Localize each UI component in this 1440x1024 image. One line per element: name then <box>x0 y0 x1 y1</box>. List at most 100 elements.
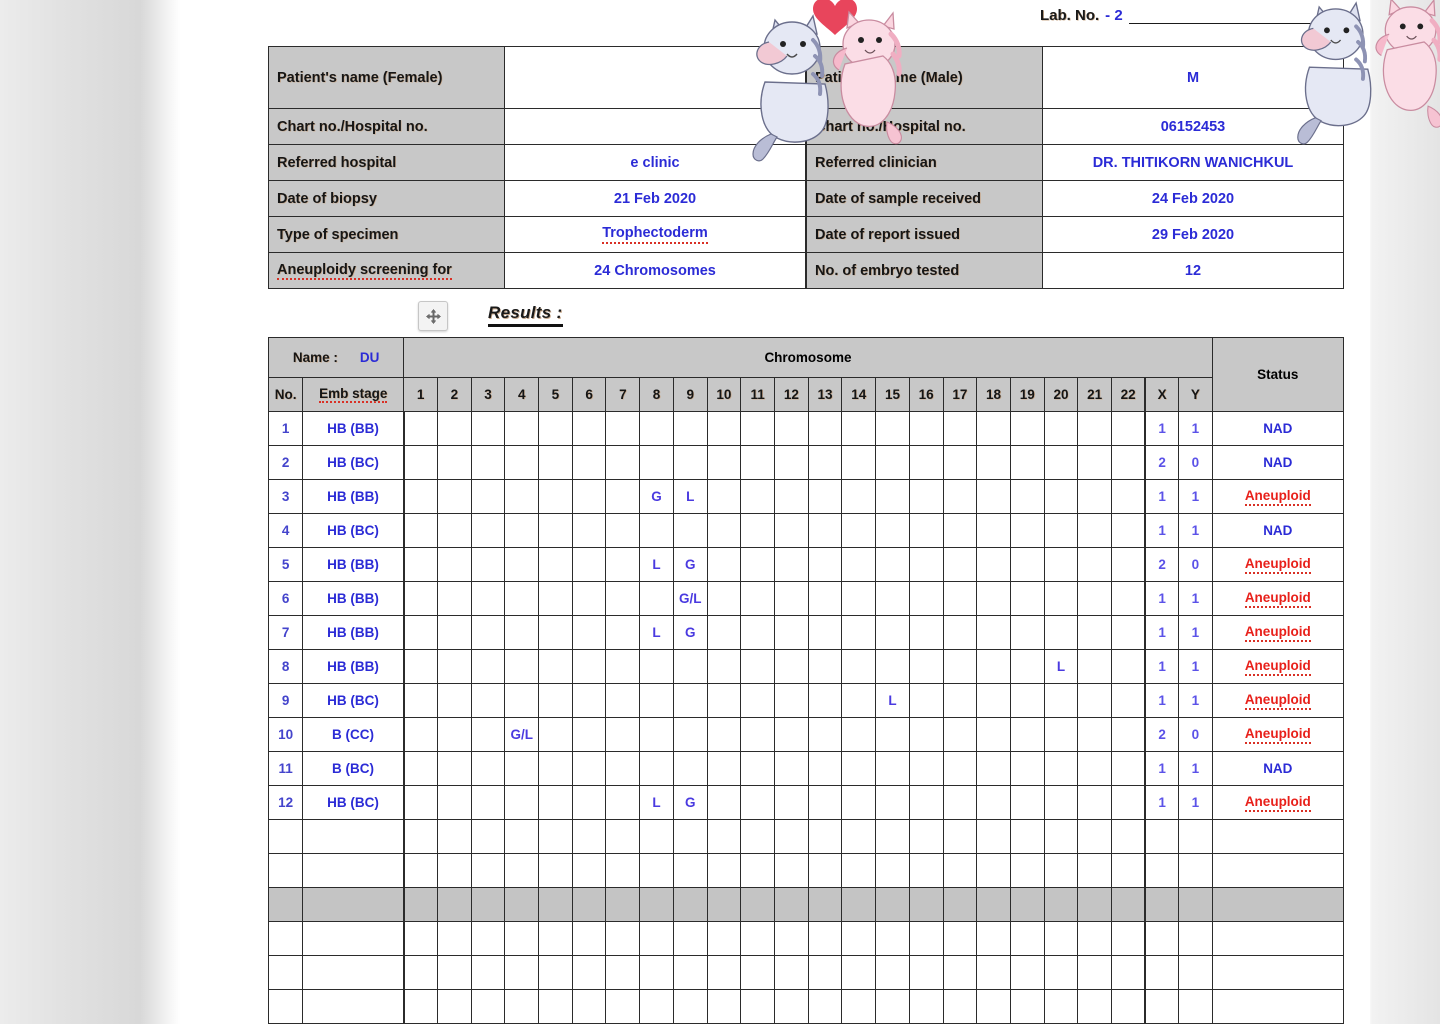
cell-chr-18[interactable] <box>976 513 1011 548</box>
table-row[interactable]: 12 HB (BC) L G 1 1 Aneuploid <box>267 785 1345 820</box>
status-badge[interactable]: Aneuploid <box>1211 785 1345 820</box>
cell-chr-13[interactable] <box>807 683 843 718</box>
cell-chr-9[interactable]: G <box>672 547 708 582</box>
cell-chr-6[interactable] <box>571 989 607 1024</box>
cell-chr-2[interactable] <box>436 819 472 854</box>
cell-chr-4[interactable] <box>504 955 540 990</box>
cell-chr-18[interactable] <box>976 989 1011 1024</box>
cell-chr-14[interactable] <box>841 683 877 718</box>
table-row[interactable]: 9 HB (BC) L 1 1 Aneuploid <box>267 683 1345 718</box>
cell-chr-6[interactable] <box>571 921 607 956</box>
cell-chr-21[interactable] <box>1077 479 1113 514</box>
cell-chr-18[interactable] <box>976 853 1011 888</box>
cell-chr-1[interactable] <box>402 853 438 888</box>
cell-chr-13[interactable] <box>807 547 843 582</box>
cell-chr-9[interactable] <box>672 887 708 922</box>
cell-chr-4[interactable] <box>504 547 540 582</box>
cell-chr-5[interactable] <box>538 785 573 820</box>
cell-chr-8[interactable] <box>639 581 674 616</box>
cell-chr-15[interactable] <box>875 785 910 820</box>
cell-chr-1[interactable] <box>402 547 438 582</box>
cell-chr-1[interactable] <box>402 445 438 480</box>
cell-chr-22[interactable] <box>1111 445 1146 480</box>
cell-chr-7[interactable] <box>605 581 641 616</box>
cell-chr-19[interactable] <box>1009 615 1045 650</box>
cell-emb-stage[interactable]: HB (BB) <box>302 649 405 684</box>
cell-chr-10[interactable] <box>706 819 742 854</box>
cell-chr-20[interactable] <box>1043 853 1079 888</box>
cell-chr-13[interactable] <box>807 411 843 446</box>
cell-chr-19[interactable] <box>1009 547 1045 582</box>
cell-chr-13[interactable] <box>807 751 843 786</box>
cell-chr-Y[interactable]: 1 <box>1178 785 1213 820</box>
cell-chr-10[interactable] <box>706 547 742 582</box>
cell-chr-13[interactable] <box>807 581 843 616</box>
cell-chr-17[interactable] <box>942 853 978 888</box>
cell-chr-10[interactable] <box>706 411 742 446</box>
status-badge[interactable]: NAD <box>1211 751 1345 786</box>
cell-chr-12[interactable] <box>774 887 809 922</box>
cell-chr-4[interactable] <box>504 683 540 718</box>
cell-chr-13[interactable] <box>807 921 843 956</box>
cell-chr-8[interactable] <box>639 853 674 888</box>
cell-chr-18[interactable] <box>976 717 1011 752</box>
cell-chr-15[interactable] <box>875 955 910 990</box>
cell-chr-X[interactable] <box>1144 887 1180 922</box>
cell-chr-Y[interactable]: 1 <box>1178 581 1213 616</box>
cell-chr-14[interactable] <box>841 751 877 786</box>
cell-chr-8[interactable]: L <box>639 615 674 650</box>
cell-chr-9[interactable]: G <box>672 615 708 650</box>
cell-chr-6[interactable] <box>571 887 607 922</box>
cell-chr-18[interactable] <box>976 887 1011 922</box>
cell-chr-18[interactable] <box>976 581 1011 616</box>
cell-chr-19[interactable] <box>1009 819 1045 854</box>
cell-chr-7[interactable] <box>605 853 641 888</box>
cell-chr-20[interactable] <box>1043 445 1079 480</box>
cell-chr-8[interactable]: L <box>639 547 674 582</box>
cell-chr-9[interactable] <box>672 513 708 548</box>
cell-chr-21[interactable] <box>1077 887 1113 922</box>
cell-chr-14[interactable] <box>841 887 877 922</box>
cell-chr-16[interactable] <box>908 785 944 820</box>
cell-chr-22[interactable] <box>1111 751 1146 786</box>
cell-chr-3[interactable] <box>470 411 506 446</box>
cell-chr-Y[interactable]: 1 <box>1178 411 1213 446</box>
cell-emb-stage[interactable] <box>302 921 405 956</box>
cell-chr-17[interactable] <box>942 887 978 922</box>
cell-chr-12[interactable] <box>774 853 809 888</box>
cell-chr-14[interactable] <box>841 445 877 480</box>
cell-chr-Y[interactable]: 1 <box>1178 615 1213 650</box>
cell-chr-16[interactable] <box>908 887 944 922</box>
cell-chr-Y[interactable]: 0 <box>1178 547 1213 582</box>
cell-emb-stage[interactable]: B (BC) <box>302 751 405 786</box>
cell-chr-2[interactable] <box>436 717 472 752</box>
cell-chr-4[interactable] <box>504 921 540 956</box>
cell-chr-X[interactable]: 1 <box>1144 683 1180 718</box>
cell-chr-20[interactable] <box>1043 751 1079 786</box>
cell-chr-6[interactable] <box>571 853 607 888</box>
cell-chr-3[interactable] <box>470 819 506 854</box>
cell-chr-2[interactable] <box>436 683 472 718</box>
cell-chr-5[interactable] <box>538 649 573 684</box>
cell-chr-12[interactable] <box>774 581 809 616</box>
cell-chr-16[interactable] <box>908 411 944 446</box>
cell-chr-7[interactable] <box>605 547 641 582</box>
cell-chr-4[interactable] <box>504 581 540 616</box>
cell-chr-X[interactable] <box>1144 921 1180 956</box>
cell-chr-20[interactable] <box>1043 683 1079 718</box>
cell-chr-21[interactable] <box>1077 683 1113 718</box>
status-badge[interactable]: NAD <box>1211 513 1345 548</box>
cell-chr-14[interactable] <box>841 411 877 446</box>
cell-chr-2[interactable] <box>436 989 472 1024</box>
cell-chr-14[interactable] <box>841 581 877 616</box>
cell-chr-9[interactable]: G/L <box>672 581 708 616</box>
cell-chr-X[interactable]: 1 <box>1144 513 1180 548</box>
cell-chr-6[interactable] <box>571 445 607 480</box>
cell-chr-20[interactable] <box>1043 615 1079 650</box>
cell-chr-20[interactable] <box>1043 581 1079 616</box>
cell-chr-13[interactable] <box>807 513 843 548</box>
cell-chr-12[interactable] <box>774 615 809 650</box>
info-value-patient-female[interactable] <box>504 46 806 109</box>
cell-chr-3[interactable] <box>470 581 506 616</box>
cell-chr-11[interactable] <box>740 547 775 582</box>
